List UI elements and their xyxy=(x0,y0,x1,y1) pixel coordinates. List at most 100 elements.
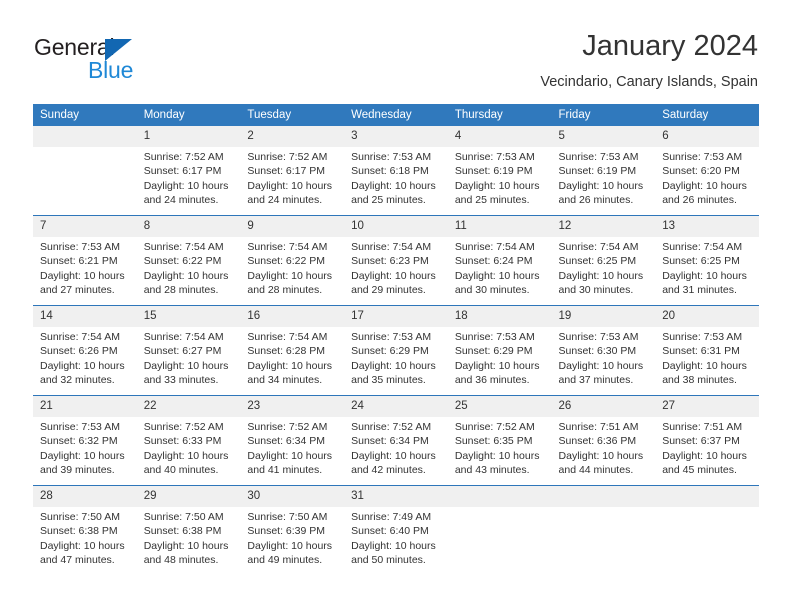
day-cell-body: Sunrise: 7:53 AM Sunset: 6:31 PM Daylight:… xyxy=(655,327,759,395)
day-cell-body: Sunrise: 7:54 AM Sunset: 6:23 PM Daylight:… xyxy=(344,237,448,305)
calendar-day-cell[interactable]: 9 Sunrise: 7:54 AM Sunset: 6:22 PM Daylight… xyxy=(240,215,345,306)
calendar-day-cell[interactable]: 16 Sunrise: 7:54 AM Sunset: 6:28 PM Dayligh… xyxy=(240,305,345,396)
day-number: 19 xyxy=(551,306,656,327)
daylight-text-line2: and 48 minutes. xyxy=(143,553,219,566)
calendar-day-cell[interactable]: 12 Sunrise: 7:54 AM Sunset: 6:25 PM Dayligh… xyxy=(551,215,656,306)
day-cell-body: Sunrise: 7:54 AM Sunset: 6:25 PM Daylight:… xyxy=(655,237,759,305)
sunrise-text: Sunrise: 7:52 AM xyxy=(454,421,535,433)
sunset-text: Sunset: 6:21 PM xyxy=(40,255,118,268)
daylight-text-line1: Daylight: 10 hours xyxy=(247,269,333,282)
day-cell-body: Sunrise: 7:51 AM Sunset: 6:36 PM Daylight:… xyxy=(552,417,656,485)
sunrise-text: Sunrise: 7:54 AM xyxy=(351,241,432,253)
sunset-text: Sunset: 6:22 PM xyxy=(247,255,326,268)
sunset-text: Sunset: 6:29 PM xyxy=(454,345,533,358)
calendar-day-cell[interactable]: 29 Sunrise: 7:50 AM Sunset: 6:38 PM Dayligh… xyxy=(136,485,241,575)
daylight-text-line1: Daylight: 10 hours xyxy=(454,359,540,372)
calendar-day-cell[interactable]: 24 Sunrise: 7:52 AM Sunset: 6:34 PM Dayligh… xyxy=(344,395,448,486)
calendar-day-cell[interactable]: 30 Sunrise: 7:50 AM Sunset: 6:39 PM Dayligh… xyxy=(240,485,345,575)
calendar-day-cell[interactable]: 3 Sunrise: 7:53 AM Sunset: 6:18 PM Daylight… xyxy=(344,126,448,216)
sunrise-text: Sunrise: 7:54 AM xyxy=(558,241,639,253)
calendar-day-cell[interactable]: 11 Sunrise: 7:54 AM Sunset: 6:24 PM Dayligh… xyxy=(447,215,552,306)
day-cell-body: Sunrise: 7:53 AM Sunset: 6:20 PM Daylight:… xyxy=(655,147,759,215)
day-number: 30 xyxy=(240,486,345,507)
weekday-header-sunday: Sunday xyxy=(33,104,137,126)
calendar-day-cell[interactable]: 25 Sunrise: 7:52 AM Sunset: 6:35 PM Dayligh… xyxy=(447,395,552,486)
daylight-text-line1: Daylight: 10 hours xyxy=(558,359,644,372)
calendar-body: 1 Sunrise: 7:52 AM Sunset: 6:17 PM Daylight… xyxy=(33,126,759,575)
sunrise-text: Sunrise: 7:53 AM xyxy=(662,151,743,163)
daylight-text-line2: and 33 minutes. xyxy=(143,373,219,386)
sunset-text: Sunset: 6:22 PM xyxy=(143,255,222,268)
sunset-text: Sunset: 6:29 PM xyxy=(351,345,429,358)
day-cell-body: Sunrise: 7:53 AM Sunset: 6:30 PM Daylight:… xyxy=(552,327,656,395)
daylight-text-line2: and 25 minutes. xyxy=(351,193,426,206)
calendar-day-cell[interactable]: 28 Sunrise: 7:50 AM Sunset: 6:38 PM Dayligh… xyxy=(33,485,137,575)
daylight-text-line1: Daylight: 10 hours xyxy=(351,359,436,372)
daylight-text-line2: and 41 minutes. xyxy=(247,463,323,476)
calendar-day-cell[interactable]: 4 Sunrise: 7:53 AM Sunset: 6:19 PM Daylight… xyxy=(447,126,552,216)
sunrise-text: Sunrise: 7:53 AM xyxy=(454,331,535,343)
day-number: 16 xyxy=(240,306,345,327)
daylight-text-line1: Daylight: 10 hours xyxy=(40,269,125,282)
calendar-day-cell[interactable]: 27 Sunrise: 7:51 AM Sunset: 6:37 PM Dayligh… xyxy=(655,395,759,486)
daylight-text-line1: Daylight: 10 hours xyxy=(351,179,436,192)
sunrise-text: Sunrise: 7:52 AM xyxy=(143,151,224,163)
calendar-day-cell[interactable]: 6 Sunrise: 7:53 AM Sunset: 6:20 PM Daylight… xyxy=(655,126,759,216)
calendar-day-cell[interactable]: 15 Sunrise: 7:54 AM Sunset: 6:27 PM Dayligh… xyxy=(136,305,241,396)
day-cell-body: Sunrise: 7:50 AM Sunset: 6:39 PM Daylight:… xyxy=(240,507,344,575)
daylight-text-line1: Daylight: 10 hours xyxy=(143,269,229,282)
sunrise-text: Sunrise: 7:51 AM xyxy=(662,421,743,433)
sunset-text: Sunset: 6:35 PM xyxy=(454,435,533,448)
weekday-header-tuesday: Tuesday xyxy=(240,104,345,126)
day-number: 23 xyxy=(240,396,345,417)
daylight-text-line2: and 25 minutes. xyxy=(454,193,530,206)
calendar-day-cell[interactable]: 19 Sunrise: 7:53 AM Sunset: 6:30 PM Dayligh… xyxy=(551,305,656,396)
daylight-text-line2: and 50 minutes. xyxy=(351,553,426,566)
sunset-text: Sunset: 6:24 PM xyxy=(454,255,533,268)
daylight-text-line1: Daylight: 10 hours xyxy=(247,359,333,372)
daylight-text-line1: Daylight: 10 hours xyxy=(662,179,747,192)
calendar-day-cell[interactable]: 20 Sunrise: 7:53 AM Sunset: 6:31 PM Dayligh… xyxy=(655,305,759,396)
day-number: 7 xyxy=(33,216,137,237)
day-cell-body: Sunrise: 7:54 AM Sunset: 6:26 PM Daylight:… xyxy=(33,327,137,395)
calendar-day-cell[interactable]: 8 Sunrise: 7:54 AM Sunset: 6:22 PM Daylight… xyxy=(136,215,241,306)
calendar-day-cell[interactable]: 5 Sunrise: 7:53 AM Sunset: 6:19 PM Daylight… xyxy=(551,126,656,216)
calendar-day-cell[interactable]: 14 Sunrise: 7:54 AM Sunset: 6:26 PM Dayligh… xyxy=(33,305,137,396)
sunset-text: Sunset: 6:39 PM xyxy=(247,525,326,538)
day-number: 2 xyxy=(240,126,345,147)
calendar-day-cell[interactable]: 10 Sunrise: 7:54 AM Sunset: 6:23 PM Dayligh… xyxy=(344,215,448,306)
sunset-text: Sunset: 6:27 PM xyxy=(143,345,222,358)
calendar-day-cell[interactable]: 31 Sunrise: 7:49 AM Sunset: 6:40 PM Dayligh… xyxy=(344,485,448,575)
sunrise-text: Sunrise: 7:53 AM xyxy=(351,151,432,163)
day-cell-body: Sunrise: 7:52 AM Sunset: 6:17 PM Daylight:… xyxy=(240,147,344,215)
daylight-text-line1: Daylight: 10 hours xyxy=(247,539,333,552)
generalblue-logo[interactable]: General Blue xyxy=(34,34,234,88)
day-number: 4 xyxy=(447,126,552,147)
calendar-day-cell[interactable]: 17 Sunrise: 7:53 AM Sunset: 6:29 PM Dayligh… xyxy=(344,305,448,396)
calendar-day-cell[interactable]: 21 Sunrise: 7:53 AM Sunset: 6:32 PM Dayligh… xyxy=(33,395,137,486)
sunset-text: Sunset: 6:33 PM xyxy=(143,435,222,448)
daylight-text-line1: Daylight: 10 hours xyxy=(351,269,436,282)
calendar-day-cell[interactable]: 13 Sunrise: 7:54 AM Sunset: 6:25 PM Dayligh… xyxy=(655,215,759,306)
calendar-day-cell[interactable]: 2 Sunrise: 7:52 AM Sunset: 6:17 PM Daylight… xyxy=(240,126,345,216)
day-cell-body xyxy=(448,507,552,575)
day-cell-body: Sunrise: 7:53 AM Sunset: 6:19 PM Daylight:… xyxy=(552,147,656,215)
daylight-text-line2: and 40 minutes. xyxy=(143,463,219,476)
calendar-day-cell[interactable]: 23 Sunrise: 7:52 AM Sunset: 6:34 PM Dayligh… xyxy=(240,395,345,486)
sunset-text: Sunset: 6:38 PM xyxy=(40,525,118,538)
calendar-day-cell[interactable]: 26 Sunrise: 7:51 AM Sunset: 6:36 PM Dayligh… xyxy=(551,395,656,486)
day-cell-body: Sunrise: 7:53 AM Sunset: 6:19 PM Daylight:… xyxy=(448,147,552,215)
daylight-text-line1: Daylight: 10 hours xyxy=(662,449,747,462)
daylight-text-line2: and 28 minutes. xyxy=(143,283,219,296)
sunrise-text: Sunrise: 7:54 AM xyxy=(662,241,743,253)
calendar-day-cell[interactable]: 1 Sunrise: 7:52 AM Sunset: 6:17 PM Daylight… xyxy=(136,126,241,216)
calendar-day-cell[interactable]: 18 Sunrise: 7:53 AM Sunset: 6:29 PM Dayligh… xyxy=(447,305,552,396)
calendar-day-cell[interactable]: 22 Sunrise: 7:52 AM Sunset: 6:33 PM Dayligh… xyxy=(136,395,241,486)
day-number: 22 xyxy=(136,396,241,417)
sunset-text: Sunset: 6:32 PM xyxy=(40,435,118,448)
sunset-text: Sunset: 6:23 PM xyxy=(351,255,429,268)
sunrise-text: Sunrise: 7:52 AM xyxy=(143,421,224,433)
calendar-day-cell[interactable]: 7 Sunrise: 7:53 AM Sunset: 6:21 PM Daylight… xyxy=(33,215,137,306)
daylight-text-line2: and 29 minutes. xyxy=(351,283,426,296)
daylight-text-line2: and 30 minutes. xyxy=(558,283,634,296)
